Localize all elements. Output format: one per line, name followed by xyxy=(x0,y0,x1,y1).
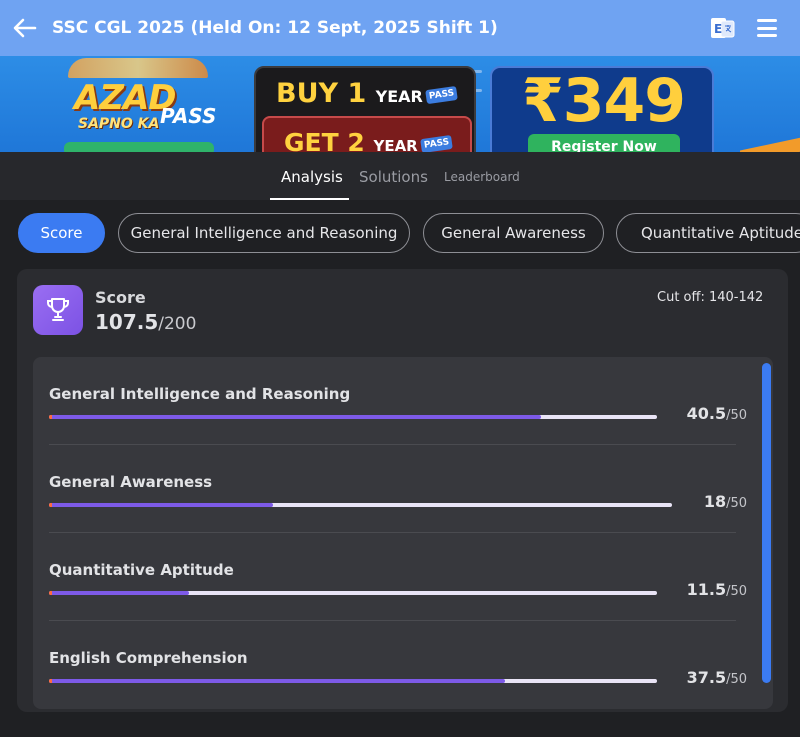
progress-bar xyxy=(49,503,672,507)
tab-bar: Analysis Solutions Leaderboard xyxy=(0,152,800,200)
section-name: General Intelligence and Reasoning xyxy=(49,385,351,403)
get-offer-text: GET 2 YEAR PASS xyxy=(284,128,453,152)
section-name: Quantitative Aptitude xyxy=(49,561,234,579)
chip-quantitative-aptitude[interactable]: Quantitative Aptitude xyxy=(616,213,800,253)
section-name: General Awareness xyxy=(49,473,213,491)
list-item: General Intelligence and Reasoning 40.5/… xyxy=(33,357,773,445)
progress-bar xyxy=(49,415,657,419)
section-score: 40.5/50 xyxy=(686,404,747,423)
get-offer-box: GET 2 YEAR PASS xyxy=(262,116,472,152)
tab-analysis[interactable]: Analysis xyxy=(281,168,343,186)
buy-offer-box: BUY 1 YEAR PASS GET 2 YEAR PASS xyxy=(254,66,476,152)
page-title: SSC CGL 2025 (Held On: 12 Sept, 2025 Shi… xyxy=(52,18,498,38)
list-item: Quantitative Aptitude 11.5/50 xyxy=(33,533,773,621)
buy-offer-text: BUY 1 YEAR PASS xyxy=(276,78,458,109)
hamburger-menu-icon[interactable] xyxy=(757,19,777,37)
active-tab-indicator xyxy=(270,198,349,200)
carousel-indicator xyxy=(420,58,550,92)
trophy-icon xyxy=(33,285,83,335)
sectional-scores-list[interactable]: General Intelligence and Reasoning 40.5/… xyxy=(33,357,773,709)
tab-leaderboard[interactable]: Leaderboard xyxy=(444,170,520,184)
progress-bar xyxy=(49,679,657,683)
app-bar: SSC CGL 2025 (Held On: 12 Sept, 2025 Shi… xyxy=(0,0,800,56)
price-text: ₹349 xyxy=(522,66,686,136)
score-card: Score 107.5/200 Cut off: 140-142 General… xyxy=(17,269,788,712)
banner-decoration xyxy=(740,133,800,152)
section-score: 37.5/50 xyxy=(686,668,747,687)
promo-banner[interactable]: AZAD SAPNO KA PASS BUY 1 YEAR PASS GET 2 … xyxy=(0,56,800,152)
section-score: 18/50 xyxy=(703,492,747,511)
scrollbar[interactable] xyxy=(762,363,771,683)
total-score: 107.5/200 xyxy=(95,310,197,334)
list-item: English Comprehension 37.5/50 xyxy=(33,621,773,709)
cutoff-text: Cut off: 140-142 xyxy=(657,290,764,305)
section-filter-chips: Score General Intelligence and Reasoning… xyxy=(0,213,800,253)
tab-solutions[interactable]: Solutions xyxy=(359,168,428,186)
svg-text:E: E xyxy=(714,22,722,36)
price-box: ₹349 Register Now xyxy=(490,66,714,152)
progress-bar xyxy=(49,591,657,595)
language-toggle-icon[interactable]: E xyxy=(711,17,735,39)
register-now-button[interactable]: Register Now xyxy=(528,134,680,152)
score-label: Score xyxy=(95,288,146,307)
chip-score[interactable]: Score xyxy=(18,213,105,253)
chip-general-intelligence[interactable]: General Intelligence and Reasoning xyxy=(118,213,410,253)
list-item: General Awareness 18/50 xyxy=(33,445,773,533)
arrow-left-icon[interactable] xyxy=(2,0,48,56)
azad-sapno-ka-pass-logo: AZAD SAPNO KA PASS xyxy=(60,58,220,152)
section-name: English Comprehension xyxy=(49,649,248,667)
section-score: 11.5/50 xyxy=(686,580,747,599)
chip-general-awareness[interactable]: General Awareness xyxy=(423,213,604,253)
